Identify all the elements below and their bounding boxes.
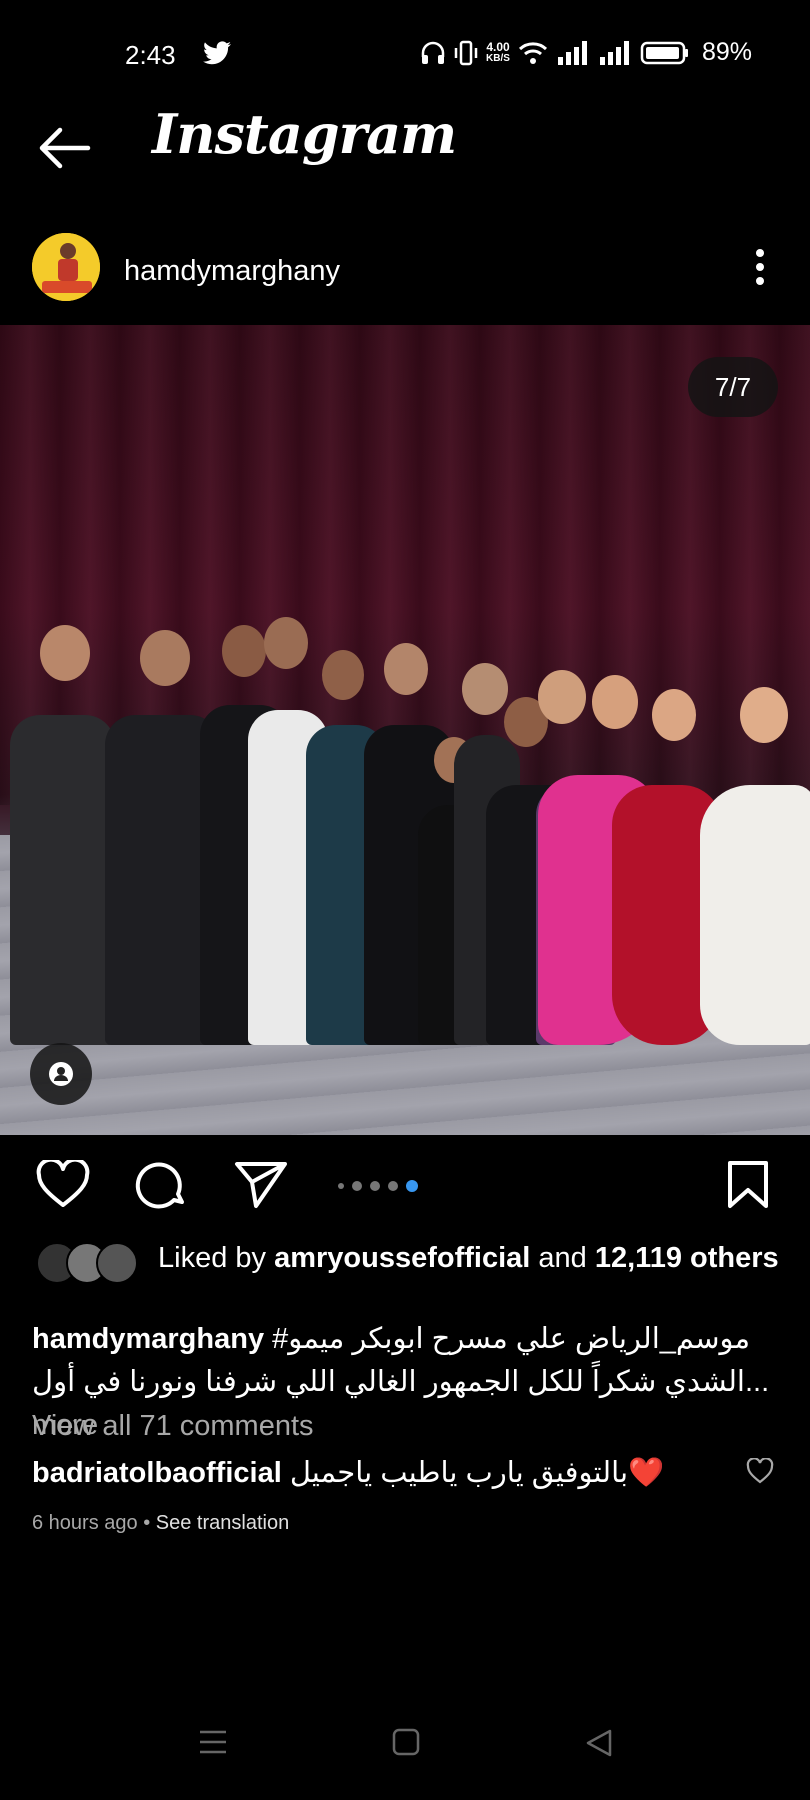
- post-actions: [0, 1150, 810, 1220]
- view-all-comments-link[interactable]: View all 71 comments: [32, 1410, 314, 1443]
- carousel-dot: [388, 1181, 398, 1191]
- headphones-icon: [421, 41, 445, 64]
- caption-line-1: #موسم_الرياض علي مسرح ابوبكر ميمو: [272, 1323, 751, 1355]
- share-icon[interactable]: [234, 1160, 288, 1210]
- status-time: 2:43: [125, 40, 176, 70]
- meta-separator: •: [143, 1512, 151, 1534]
- signal-icon: [599, 40, 629, 65]
- carousel-dot: [370, 1181, 380, 1191]
- carousel-indicator: [338, 1180, 418, 1192]
- twitter-icon: [203, 41, 231, 65]
- post-time: 6 hours ago: [32, 1512, 138, 1534]
- heart-icon[interactable]: [36, 1160, 90, 1208]
- likes-text: Liked by amryoussefofficial and 12,119 o…: [158, 1242, 779, 1274]
- post-photo[interactable]: 7/7: [0, 325, 810, 1135]
- wifi-icon: [518, 41, 547, 64]
- avatar[interactable]: [32, 233, 100, 301]
- battery-icon: [640, 41, 688, 64]
- carousel-dot: [338, 1183, 344, 1189]
- bookmark-icon[interactable]: [726, 1160, 770, 1210]
- person-tag-icon: [49, 1062, 73, 1086]
- vibrate-icon: [454, 40, 478, 65]
- liker-avatars: [36, 1242, 146, 1286]
- app-header: Instagram: [0, 100, 810, 210]
- post-username[interactable]: hamdymarghany: [124, 255, 340, 288]
- media-counter: 7/7: [688, 357, 778, 417]
- caption-line-2: الشدي شكراً للكل الجمهور الغالي اللي شرف…: [32, 1366, 770, 1398]
- post-header: hamdymarghany: [0, 225, 810, 315]
- post-meta: 6 hours ago • See translation: [32, 1512, 289, 1535]
- top-comment: badriatolbaofficial بالتوفيق يارب ياطيب …: [32, 1455, 752, 1490]
- see-translation-link[interactable]: See translation: [156, 1512, 289, 1534]
- battery-percent: 89%: [701, 38, 752, 66]
- signal-icon: [557, 40, 587, 65]
- likes-count[interactable]: 12,119 others: [595, 1242, 779, 1274]
- home-icon[interactable]: [392, 1728, 420, 1756]
- back-icon[interactable]: [584, 1728, 614, 1758]
- comment-like-heart-icon[interactable]: [746, 1458, 774, 1484]
- instagram-logo: Instagram: [152, 102, 457, 166]
- caption-username[interactable]: hamdymarghany: [32, 1323, 264, 1355]
- system-navigation-bar: [0, 1690, 810, 1800]
- more-vertical-icon[interactable]: [754, 247, 766, 287]
- menu-icon[interactable]: [198, 1728, 228, 1756]
- status-icons: 4.00 KB/S 89%: [420, 38, 752, 67]
- carousel-dot: [352, 1181, 362, 1191]
- liker-username[interactable]: amryoussefofficial: [274, 1242, 530, 1274]
- likes-section[interactable]: Liked by amryoussefofficial and 12,119 o…: [32, 1240, 782, 1284]
- tagged-people-button[interactable]: [30, 1043, 92, 1105]
- comment-icon[interactable]: [134, 1160, 188, 1210]
- comment-text: بالتوفيق يارب ياطيب ياجميل❤️: [289, 1457, 665, 1489]
- status-bar: 2:43 4.00 KB/S 89%: [0, 0, 810, 100]
- carousel-dot-active: [406, 1180, 418, 1192]
- network-speed: 4.00 KB/S: [486, 39, 510, 64]
- back-arrow-icon[interactable]: [36, 126, 92, 170]
- comment-username[interactable]: badriatolbaofficial: [32, 1457, 282, 1489]
